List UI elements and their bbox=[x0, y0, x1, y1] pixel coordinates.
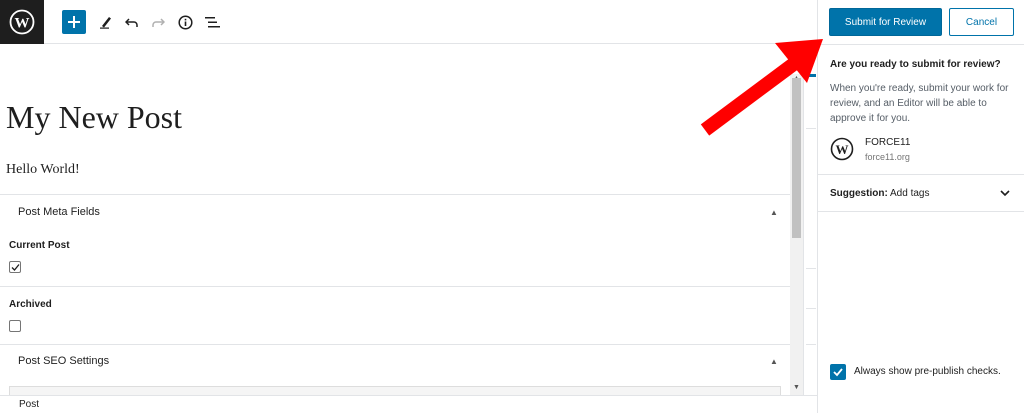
scroll-down-icon[interactable]: ▼ bbox=[790, 383, 803, 392]
add-block-button[interactable] bbox=[62, 10, 86, 34]
divider bbox=[818, 211, 1024, 212]
divider bbox=[0, 344, 790, 345]
collapse-up-icon[interactable]: ▲ bbox=[770, 208, 778, 217]
prepublish-checkbox-label[interactable]: Always show pre-publish checks. bbox=[854, 366, 1001, 377]
suggestion-label: Suggestion: bbox=[830, 188, 888, 199]
always-show-prepublish-checkbox[interactable] bbox=[830, 364, 846, 380]
cancel-button[interactable]: Cancel bbox=[949, 8, 1014, 36]
wordpress-logo-button[interactable]: W bbox=[0, 0, 44, 44]
prepublish-panel: Submit for Review Cancel Are you ready t… bbox=[817, 0, 1024, 413]
checkmark-icon bbox=[833, 368, 843, 377]
divider bbox=[806, 308, 816, 309]
field-label-current-post: Current Post bbox=[9, 240, 70, 251]
divider bbox=[806, 268, 816, 269]
divider bbox=[818, 174, 1024, 175]
tools-button[interactable] bbox=[94, 10, 118, 34]
archived-checkbox[interactable] bbox=[9, 320, 21, 332]
prepublish-description: When you're ready, submit your work for … bbox=[830, 83, 1009, 124]
block-navigation-button[interactable] bbox=[200, 10, 224, 34]
divider bbox=[818, 44, 1024, 45]
wordpress-logo-icon: W bbox=[9, 9, 35, 35]
field-label-archived: Archived bbox=[9, 299, 52, 310]
edit-icon bbox=[100, 17, 111, 29]
undo-icon bbox=[125, 18, 138, 27]
panel-title-seo-settings[interactable]: Post SEO Settings bbox=[18, 355, 109, 367]
undo-button[interactable] bbox=[120, 10, 144, 34]
breadcrumb-post[interactable]: Post bbox=[19, 399, 39, 410]
divider bbox=[806, 344, 816, 345]
post-title[interactable]: My New Post bbox=[6, 99, 182, 136]
current-post-checkbox[interactable] bbox=[9, 261, 21, 273]
block-breadcrumb-bar: Post bbox=[0, 395, 817, 413]
redo-icon bbox=[152, 18, 165, 27]
annotation-arrow-icon bbox=[700, 39, 823, 136]
plus-icon bbox=[68, 16, 80, 28]
info-icon bbox=[177, 14, 193, 30]
paragraph-block[interactable]: Hello World! bbox=[6, 162, 80, 178]
info-button[interactable] bbox=[173, 10, 197, 34]
chevron-down-icon[interactable] bbox=[998, 186, 1012, 200]
divider bbox=[0, 286, 790, 287]
seo-text-field[interactable] bbox=[9, 386, 781, 395]
divider bbox=[0, 194, 790, 195]
svg-text:W: W bbox=[836, 142, 849, 157]
editor-canvas: My New Post Hello World! Post Meta Field… bbox=[0, 44, 790, 395]
prepublish-heading: Are you ready to submit for review? bbox=[830, 59, 1001, 70]
submit-for-review-button[interactable]: Submit for Review bbox=[829, 8, 942, 36]
panel-title-meta-fields[interactable]: Post Meta Fields bbox=[18, 206, 100, 218]
site-name: FORCE11 bbox=[865, 137, 911, 148]
collapse-up-icon[interactable]: ▲ bbox=[770, 357, 778, 366]
list-icon bbox=[204, 16, 220, 27]
suggestion-panel-toggle[interactable]: Suggestion: Add tags bbox=[830, 188, 930, 199]
site-url: force11.org bbox=[865, 152, 910, 162]
suggestion-value: Add tags bbox=[890, 188, 930, 199]
svg-text:W: W bbox=[15, 16, 30, 32]
checkmark-icon bbox=[11, 263, 20, 271]
redo-button[interactable] bbox=[146, 10, 170, 34]
